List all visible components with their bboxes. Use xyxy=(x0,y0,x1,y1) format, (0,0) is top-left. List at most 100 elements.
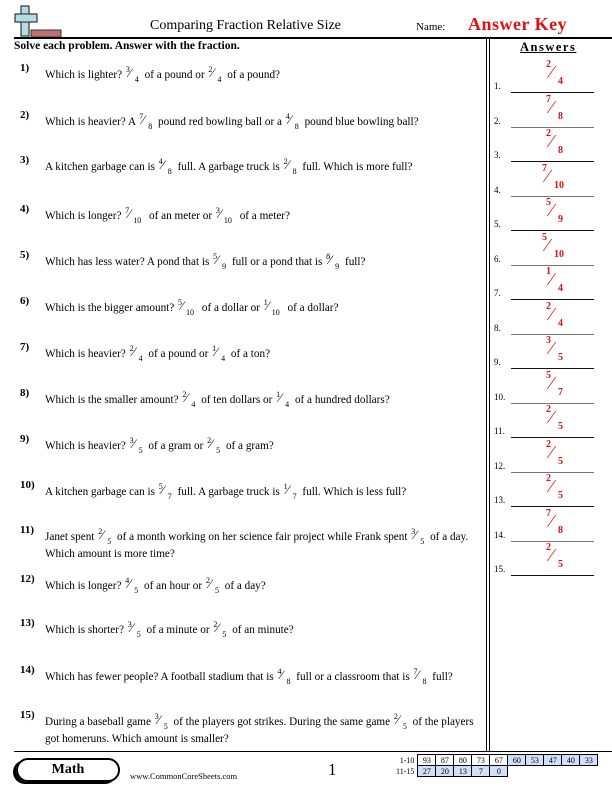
answer-number: 12. xyxy=(494,460,506,471)
question-text-segment: full or a pond that is xyxy=(229,256,326,268)
question-text-segment: Which is longer? xyxy=(45,210,125,222)
answer-fraction: 3 ⁄ 5 xyxy=(546,335,576,367)
fraction-denominator: 8 xyxy=(294,122,299,131)
question-text-segment: Which is the bigger amount? xyxy=(45,302,178,314)
fraction-denominator: 5 xyxy=(136,630,141,639)
answer-number: 11. xyxy=(494,426,505,436)
answer-denominator: 4 xyxy=(558,317,563,329)
score-cell: 80 xyxy=(453,754,473,766)
answer-row: 6. 5 ⁄ 10 xyxy=(494,232,606,266)
answer-row: 13. 2 ⁄ 5 xyxy=(494,473,606,507)
question-text-segment: full? xyxy=(429,671,453,683)
question-text: Janet spent 2 ⁄ 5 of a month working on he… xyxy=(45,527,482,563)
question-text-segment: A kitchen garbage can is xyxy=(45,161,158,173)
answer-fraction: 2 ⁄ 4 xyxy=(546,301,576,333)
fraction: 2 ⁄ 8 xyxy=(284,157,299,176)
question-text-segment: During a baseball game xyxy=(45,716,154,728)
answer-denominator: 5 xyxy=(558,455,563,467)
fraction-slash: ⁄ xyxy=(157,712,160,727)
fraction-denominator: 10 xyxy=(133,216,142,225)
question-text-segment: Which is the smaller amount? xyxy=(45,394,182,406)
fraction-denominator: 4 xyxy=(191,400,196,409)
score-row: 11-15 27 20 13 7 0 xyxy=(394,765,598,777)
fraction-denominator: 8 xyxy=(286,677,291,686)
score-cell: 73 xyxy=(471,754,491,766)
answer-slash: ⁄ xyxy=(550,338,554,358)
fraction-slash: ⁄ xyxy=(161,157,164,172)
answer-number: 4. xyxy=(494,184,501,195)
question-item: 11) Janet spent 2 ⁄ 5 of a month working on… xyxy=(20,524,482,563)
fraction-denominator: 5 xyxy=(138,446,143,455)
score-cell: 53 xyxy=(525,754,545,766)
question-item: 5) Which has less water? A pond that is 5… xyxy=(20,249,482,271)
score-cell: 27 xyxy=(417,765,437,777)
fraction-slash: ⁄ xyxy=(132,436,135,451)
fraction: 7 ⁄ 8 xyxy=(413,667,428,686)
fraction: 3 ⁄ 5 xyxy=(155,712,170,731)
answer-row: 14. 7 ⁄ 8 xyxy=(494,508,606,542)
fraction-denominator: 8 xyxy=(292,167,297,176)
question-text-segment: Which is longer? xyxy=(45,580,125,592)
answer-number: 9. xyxy=(494,357,501,367)
question-number: 5) xyxy=(20,249,30,261)
answer-row: 8. 2 ⁄ 4 xyxy=(494,301,606,335)
answer-number: 13. xyxy=(494,495,506,505)
question-text-segment: of an hour or xyxy=(141,580,205,592)
score-table: 1-10 93 87 80 73 67 60 53 47 40 33 11-15 27 20 13 7 0 xyxy=(394,754,599,777)
answer-denominator: 5 xyxy=(558,490,563,501)
question-text-segment: Which is heavier? A xyxy=(45,116,139,128)
fraction-slash: ⁄ xyxy=(208,576,212,591)
score-row-label: 1-10 xyxy=(399,755,415,765)
answer-row: 3. 2 ⁄ 8 xyxy=(494,128,606,162)
score-cell: 0 xyxy=(489,765,509,777)
answer-denominator: 8 xyxy=(558,524,563,536)
answer-slash: ⁄ xyxy=(550,372,554,393)
answer-fraction: 2 ⁄ 8 xyxy=(546,128,576,160)
fraction: 2 ⁄ 4 xyxy=(182,390,197,409)
answer-denominator: 10 xyxy=(554,248,564,260)
fraction-denominator: 5 xyxy=(107,537,112,546)
fraction: 7 ⁄ 10 xyxy=(125,206,145,225)
answer-number: 5. xyxy=(494,219,501,229)
answer-row: 2. 7 ⁄ 8 xyxy=(494,94,606,128)
question-text-segment: full. A garbage truck is xyxy=(174,486,283,498)
score-cell: 47 xyxy=(543,754,563,766)
fraction-denominator: 10 xyxy=(223,216,232,225)
question-number: 4) xyxy=(20,203,30,215)
question-number: 13) xyxy=(20,617,35,629)
question-item: 6) Which is the bigger amount? 5 ⁄ 10 of a … xyxy=(20,295,482,317)
question-number: 2) xyxy=(20,109,30,121)
name-label: Name: xyxy=(416,21,446,33)
question-text: Which is the smaller amount? 2 ⁄ 4 of ten … xyxy=(45,390,482,409)
question-item: 13) Which is shorter? 3 ⁄ 5 of a minute or … xyxy=(20,617,482,639)
answer-denominator: 10 xyxy=(554,179,564,191)
answer-fraction: 5 ⁄ 9 xyxy=(546,197,576,229)
answer-number: 15. xyxy=(494,564,506,574)
question-number: 7) xyxy=(20,341,30,353)
answer-fraction: 2 ⁄ 4 xyxy=(546,59,576,91)
fraction-slash: ⁄ xyxy=(161,482,164,497)
fraction: 8 ⁄ 9 xyxy=(326,252,341,271)
fraction-denominator: 5 xyxy=(402,722,407,731)
fraction: 4 ⁄ 8 xyxy=(159,157,174,176)
answer-number: 10. xyxy=(494,391,506,402)
fraction-denominator: 5 xyxy=(163,722,168,731)
question-text-segment: Which is lighter? xyxy=(45,69,125,81)
question-text-segment: Which is heavier? xyxy=(45,348,129,360)
question-text-segment: of a dollar or xyxy=(199,302,263,314)
answer-fraction: 2 ⁄ 5 xyxy=(546,404,576,436)
answer-fraction: 7 ⁄ 10 xyxy=(542,163,572,195)
answer-row: 15. 2 ⁄ 5 xyxy=(494,542,606,576)
answer-denominator: 8 xyxy=(558,110,563,122)
question-text-segment: full. Which is more full? xyxy=(299,161,413,173)
fraction-slash: ⁄ xyxy=(416,667,419,682)
answer-number: 2. xyxy=(494,115,501,126)
fraction: 4 ⁄ 8 xyxy=(286,112,301,131)
answer-slash: ⁄ xyxy=(546,165,550,186)
question-text-segment: pound blue bowling ball? xyxy=(301,116,419,128)
question-text-segment: of the players got strikes. During the s… xyxy=(170,716,393,728)
fraction: 3 ⁄ 5 xyxy=(128,620,143,639)
answer-denominator: 5 xyxy=(558,421,563,432)
answer-denominator: 9 xyxy=(558,214,563,225)
fraction: 3 ⁄ 5 xyxy=(411,527,426,546)
